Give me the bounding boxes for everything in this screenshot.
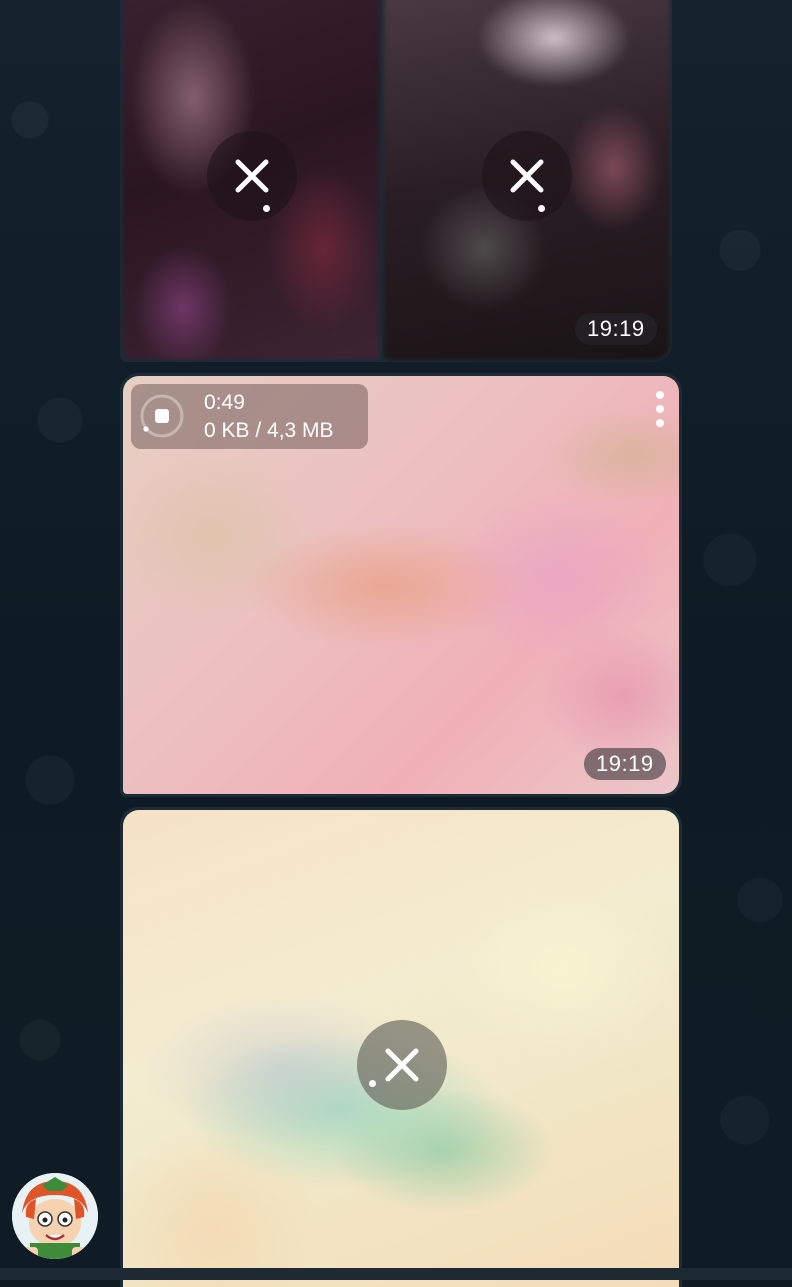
cartoon-avatar-icon [12, 1173, 98, 1259]
album-message[interactable]: 19:19 [120, 0, 672, 362]
close-icon [385, 1048, 419, 1082]
download-progress-indicator [538, 205, 545, 212]
stop-download-icon[interactable] [139, 393, 185, 439]
sender-avatar[interactable] [12, 1173, 98, 1259]
video-duration: 0:49 [204, 391, 245, 414]
more-vertical-icon[interactable] [652, 391, 668, 427]
cancel-download-button[interactable] [207, 131, 297, 221]
message-time: 19:19 [584, 748, 666, 780]
download-progress-indicator [369, 1080, 376, 1087]
close-icon [510, 159, 544, 193]
photo-message[interactable] [120, 807, 682, 1287]
menu-dot [656, 391, 664, 399]
bottom-edge [0, 1268, 792, 1280]
video-message[interactable]: 0:49 0 KB / 4,3 MB 19:19 [120, 373, 682, 797]
menu-dot [656, 405, 664, 413]
close-icon [235, 159, 269, 193]
download-progress-indicator [263, 205, 270, 212]
cancel-download-button[interactable] [357, 1020, 447, 1110]
video-download-status[interactable]: 0:49 0 KB / 4,3 MB [131, 384, 368, 449]
cancel-download-button[interactable] [482, 131, 572, 221]
menu-dot [656, 419, 664, 427]
message-time: 19:19 [575, 313, 657, 345]
download-size-progress: 0 KB / 4,3 MB [204, 419, 334, 442]
